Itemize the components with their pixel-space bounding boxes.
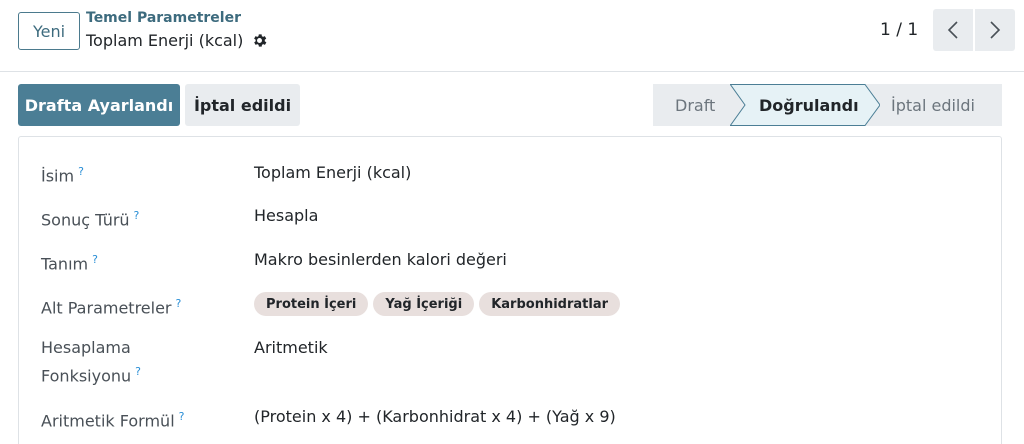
cancel-button[interactable]: İptal edildi: [185, 84, 300, 126]
chevron-right-icon: [990, 21, 1001, 39]
set-to-draft-button[interactable]: Drafta Ayarlandı: [18, 84, 180, 126]
tooltip-icon[interactable]: ?: [176, 297, 182, 310]
pager-next-button[interactable]: [975, 9, 1015, 51]
tooltip-icon[interactable]: ?: [135, 365, 141, 378]
field-value-calc-function[interactable]: Aritmetik: [254, 336, 328, 360]
field-value-name[interactable]: Toplam Enerji (kcal): [254, 161, 411, 185]
breadcrumb-parent-link[interactable]: Temel Parametreler: [86, 10, 241, 26]
tooltip-icon[interactable]: ?: [92, 253, 98, 266]
tooltip-icon[interactable]: ?: [134, 209, 140, 222]
sub-parameters-tags[interactable]: Protein İçeri Yağ İçeriği Karbonhidratla…: [254, 292, 621, 316]
breadcrumb-current: Toplam Enerji (kcal): [86, 31, 268, 50]
pager-previous-button[interactable]: [933, 9, 973, 51]
control-panel: Yeni Temel Parametreler Toplam Enerji (k…: [0, 0, 1024, 72]
stage-validated[interactable]: Doğrulandı: [759, 84, 859, 126]
gear-icon[interactable]: [251, 32, 268, 49]
chevron-left-icon: [947, 21, 958, 39]
stage-draft[interactable]: Draft: [675, 84, 715, 126]
field-label-sub-parameters: Alt Parametreler?: [41, 297, 182, 318]
field-value-formula[interactable]: (Protein x 4) + (Karbonhidrat x 4) + (Ya…: [254, 405, 616, 429]
tooltip-icon[interactable]: ?: [78, 165, 84, 178]
field-label-calc-function: Hesaplama Fonksiyonu?: [41, 338, 141, 386]
stage-cancelled[interactable]: İptal edildi: [891, 84, 975, 126]
record-title: Toplam Enerji (kcal): [86, 31, 244, 50]
tag-fat[interactable]: Yağ İçeriği: [373, 292, 475, 316]
field-label-name: İsim?: [41, 165, 84, 186]
new-button[interactable]: Yeni: [18, 12, 80, 50]
field-label-result-type: Sonuç Türü?: [41, 209, 140, 230]
tag-carbohydrates[interactable]: Karbonhidratlar: [479, 292, 621, 316]
field-value-result-type[interactable]: Hesapla: [254, 204, 318, 228]
form-sheet: İsim? Toplam Enerji (kcal) Sonuç Türü? H…: [18, 136, 1002, 444]
tag-protein[interactable]: Protein İçeri: [254, 292, 369, 316]
field-value-description[interactable]: Makro besinlerden kalori değeri: [254, 248, 507, 272]
field-label-formula: Aritmetik Formül?: [41, 410, 185, 431]
tooltip-icon[interactable]: ?: [179, 410, 185, 423]
field-label-description: Tanım?: [41, 253, 98, 274]
pager-value[interactable]: 1 / 1: [880, 20, 918, 40]
status-stages: Draft Doğrulandı İptal edildi: [653, 84, 1002, 126]
